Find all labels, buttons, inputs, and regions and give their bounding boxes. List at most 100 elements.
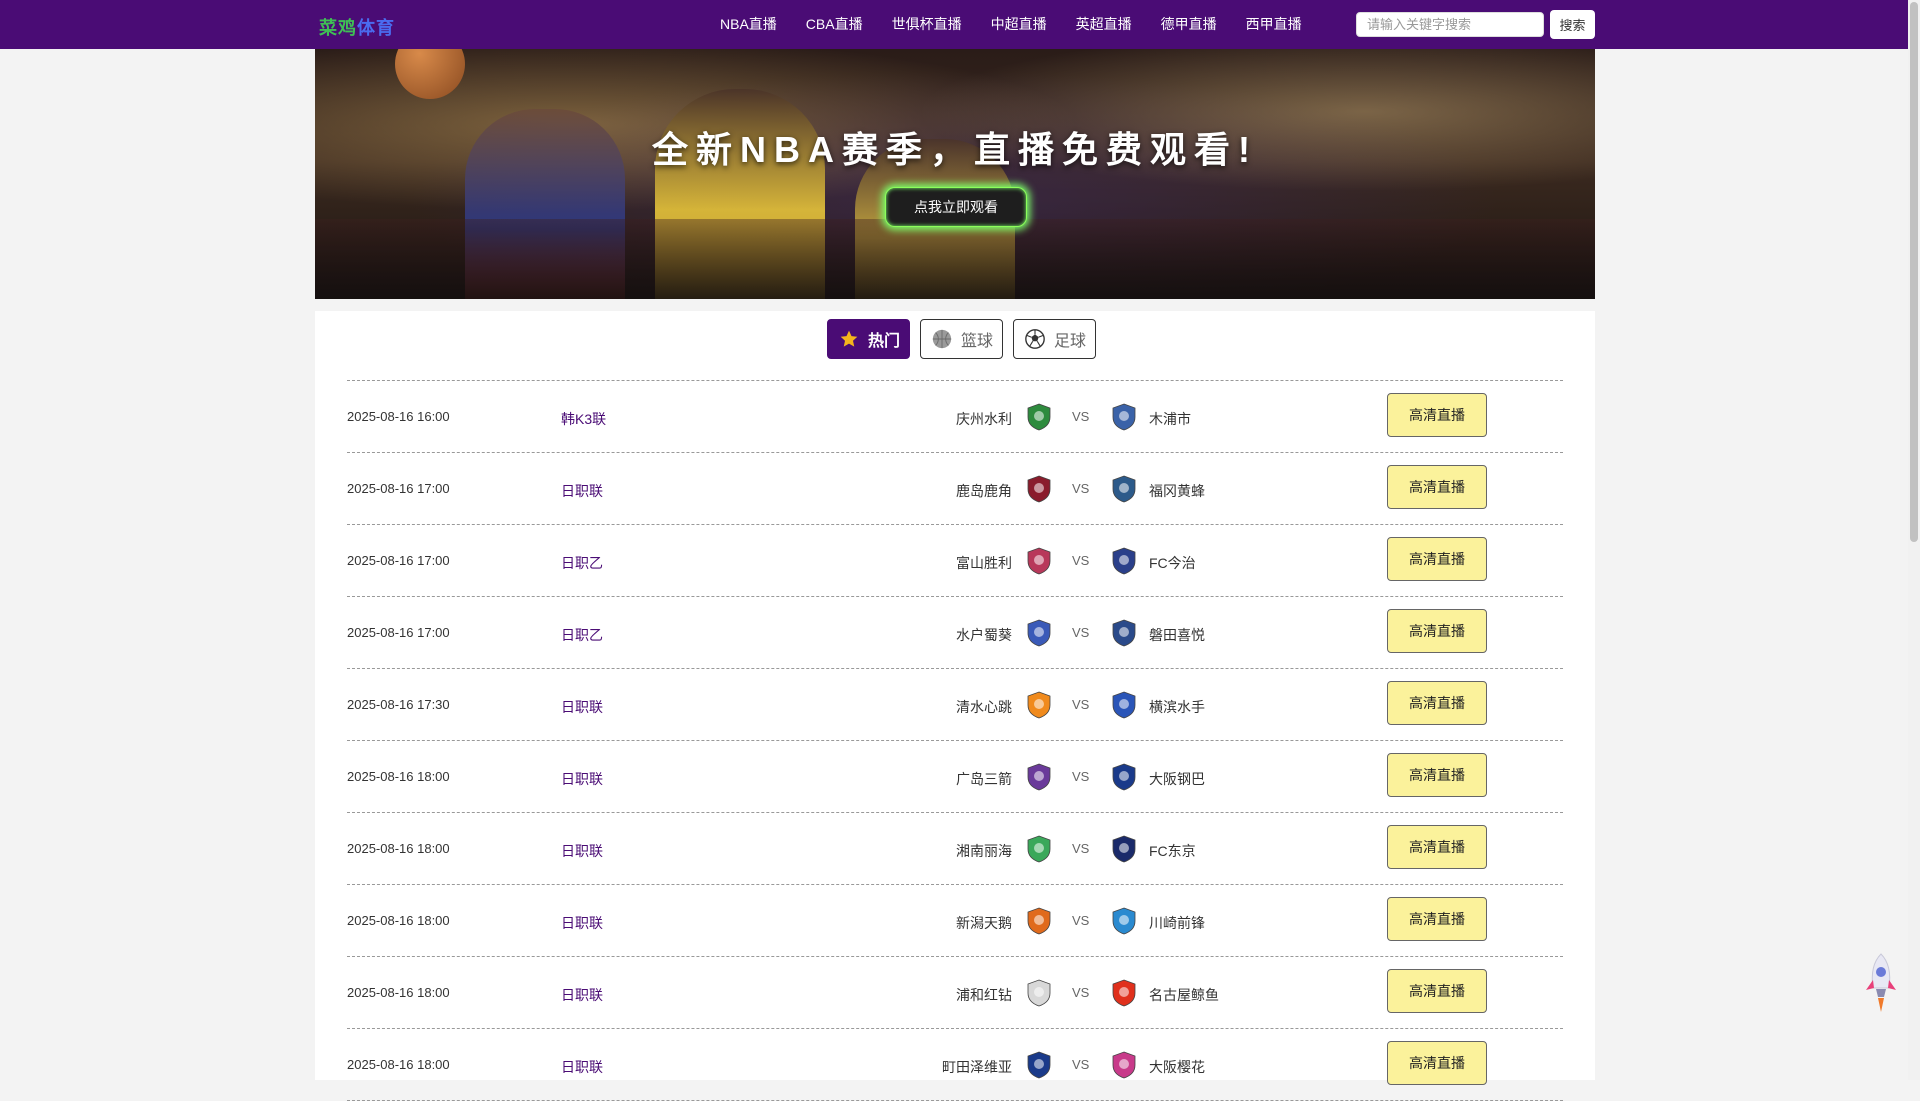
league-link[interactable]: 日职联 [561, 985, 603, 1005]
hd-live-button[interactable]: 高清直播 [1387, 609, 1487, 653]
league-link[interactable]: 日职联 [561, 697, 603, 717]
team-badge-icon [1112, 979, 1136, 1007]
team-badge-icon [1112, 403, 1136, 431]
match-time: 2025-08-16 17:00 [347, 625, 450, 640]
match-row: 2025-08-16 18:00 日职联 浦和红钻 VS 名古屋鲸鱼 高清直播 [347, 957, 1563, 1029]
hd-live-button[interactable]: 高清直播 [1387, 969, 1487, 1013]
home-team-logo [1024, 690, 1054, 720]
nav-link-cba[interactable]: CBA直播 [806, 0, 863, 49]
hd-live-button[interactable]: 高清直播 [1387, 1041, 1487, 1085]
vs-label: VS [1072, 769, 1090, 784]
hd-live-button[interactable]: 高清直播 [1387, 897, 1487, 941]
site-logo[interactable]: 菜鸡体育 [319, 14, 395, 40]
vs-label: VS [1072, 625, 1090, 640]
team-badge-icon [1112, 691, 1136, 719]
home-team-logo [1024, 402, 1054, 432]
away-team-name: 福冈黄蜂 [1149, 483, 1205, 499]
nav-link-bundesliga[interactable]: 德甲直播 [1161, 0, 1217, 49]
match-time: 2025-08-16 17:00 [347, 481, 450, 496]
away-team-logo [1109, 618, 1139, 648]
away-team-name: FC东京 [1149, 843, 1196, 859]
league-link[interactable]: 韩K3联 [561, 409, 606, 429]
away-team-name: 木浦市 [1149, 411, 1191, 427]
away-team-name: 名古屋鲸鱼 [1149, 987, 1219, 1003]
main-nav: NBA直播 CBA直播 世俱杯直播 中超直播 英超直播 德甲直播 西甲直播 [720, 0, 1331, 49]
team-badge-icon [1027, 979, 1051, 1007]
home-team-name: 湘南丽海 [956, 843, 1012, 859]
match-row: 2025-08-16 18:00 日职联 湘南丽海 VS FC东京 高清直播 [347, 813, 1563, 885]
nav-link-club-world-cup[interactable]: 世俱杯直播 [892, 0, 962, 49]
search-button[interactable]: 搜索 [1550, 10, 1595, 39]
home-team-name: 鹿岛鹿角 [956, 483, 1012, 499]
hd-live-button[interactable]: 高清直播 [1387, 681, 1487, 725]
away-team-logo [1109, 690, 1139, 720]
match-row: 2025-08-16 17:00 日职联 鹿岛鹿角 VS 福冈黄蜂 高清直播 [347, 453, 1563, 525]
match-row: 2025-08-16 18:00 日职联 新潟天鹅 VS 川崎前锋 高清直播 [347, 885, 1563, 957]
home-team-logo [1024, 546, 1054, 576]
nav-link-epl[interactable]: 英超直播 [1076, 0, 1132, 49]
logo-text-part1: 菜鸡 [319, 18, 357, 38]
team-badge-icon [1027, 619, 1051, 647]
team-badge-icon [1027, 475, 1051, 503]
league-link[interactable]: 日职联 [561, 1057, 603, 1077]
team-badge-icon [1112, 835, 1136, 863]
search-input[interactable] [1356, 12, 1544, 37]
star-icon [838, 328, 860, 350]
hd-live-button[interactable]: 高清直播 [1387, 393, 1487, 437]
tab-soccer[interactable]: 足球 [1013, 319, 1097, 359]
watch-now-button[interactable]: 点我立即观看 [885, 187, 1027, 227]
scrollbar-thumb[interactable] [1910, 2, 1918, 542]
league-link[interactable]: 日职乙 [561, 553, 603, 573]
team-badge-icon [1027, 907, 1051, 935]
home-team-logo [1024, 762, 1054, 792]
league-link[interactable]: 日职联 [561, 481, 603, 501]
match-row: 2025-08-16 17:30 日职联 清水心跳 VS 横滨水手 高清直播 [347, 669, 1563, 741]
tab-basketball[interactable]: 篮球 [920, 319, 1004, 359]
league-link[interactable]: 日职联 [561, 769, 603, 789]
tab-label: 足球 [1054, 333, 1087, 350]
basketball-icon [931, 328, 953, 350]
home-team-name: 水户蜀葵 [956, 627, 1012, 643]
nav-link-laliga[interactable]: 西甲直播 [1246, 0, 1302, 49]
hd-live-button[interactable]: 高清直播 [1387, 825, 1487, 869]
home-team-logo [1024, 834, 1054, 864]
team-badge-icon [1112, 1051, 1136, 1079]
nav-link-nba[interactable]: NBA直播 [720, 0, 777, 49]
league-link[interactable]: 日职联 [561, 913, 603, 933]
logo-text-part2: 体育 [357, 18, 395, 38]
league-link[interactable]: 日职联 [561, 841, 603, 861]
away-team-name: 磐田喜悦 [1149, 627, 1205, 643]
away-team-name: 川崎前锋 [1149, 915, 1205, 931]
team-badge-icon [1027, 547, 1051, 575]
vs-label: VS [1072, 409, 1090, 424]
team-badge-icon [1027, 403, 1051, 431]
team-badge-icon [1027, 835, 1051, 863]
match-time: 2025-08-16 18:00 [347, 769, 450, 784]
tab-hot[interactable]: 热门 [827, 319, 911, 359]
away-team-name: 横滨水手 [1149, 699, 1205, 715]
page-scrollbar[interactable] [1908, 0, 1920, 1080]
away-team-logo [1109, 906, 1139, 936]
vs-label: VS [1072, 553, 1090, 568]
league-link[interactable]: 日职乙 [561, 625, 603, 645]
home-team-name: 浦和红钻 [956, 987, 1012, 1003]
match-time: 2025-08-16 17:00 [347, 553, 450, 568]
match-time: 2025-08-16 16:00 [347, 409, 450, 424]
away-team-logo [1109, 762, 1139, 792]
back-to-top-rocket-icon[interactable] [1864, 952, 1898, 1014]
top-navbar: 菜鸡体育 NBA直播 CBA直播 世俱杯直播 中超直播 英超直播 德甲直播 西甲… [0, 0, 1920, 49]
nav-link-csl[interactable]: 中超直播 [991, 0, 1047, 49]
home-team-logo [1024, 906, 1054, 936]
vs-label: VS [1072, 841, 1090, 856]
hd-live-button[interactable]: 高清直播 [1387, 753, 1487, 797]
home-team-name: 新潟天鹅 [956, 915, 1012, 931]
team-badge-icon [1112, 619, 1136, 647]
away-team-logo [1109, 474, 1139, 504]
match-list: 2025-08-16 16:00 韩K3联 庆州水利 VS 木浦市 高清直播 2… [347, 380, 1563, 1101]
hd-live-button[interactable]: 高清直播 [1387, 465, 1487, 509]
hd-live-button[interactable]: 高清直播 [1387, 537, 1487, 581]
vs-label: VS [1072, 1057, 1090, 1072]
home-team-name: 町田泽维亚 [942, 1059, 1012, 1075]
match-time: 2025-08-16 17:30 [347, 697, 450, 712]
match-row: 2025-08-16 18:00 日职联 町田泽维亚 VS 大阪樱花 高清直播 [347, 1029, 1563, 1101]
